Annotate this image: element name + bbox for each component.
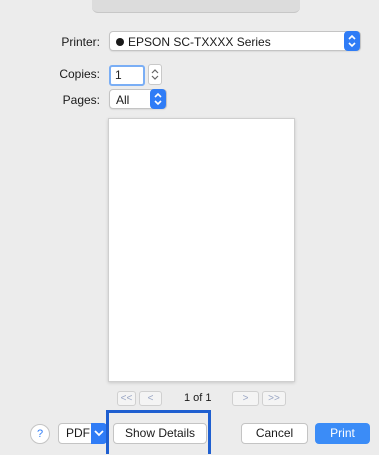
pdf-label: PDF	[66, 426, 90, 440]
stepper-icon	[151, 69, 159, 80]
copies-stepper[interactable]	[148, 64, 162, 85]
copies-value: 1	[115, 68, 122, 82]
show-details-highlight	[106, 410, 211, 454]
status-dot-icon	[116, 38, 124, 46]
last-page-button[interactable]: >>	[262, 391, 286, 406]
copies-label: Copies:	[59, 67, 100, 81]
pages-popup[interactable]: All	[109, 89, 167, 109]
print-button[interactable]: Print	[315, 423, 370, 444]
print-preview-page	[108, 118, 295, 382]
next-page-button[interactable]: >	[232, 391, 259, 406]
cancel-button[interactable]: Cancel	[241, 423, 308, 444]
up-down-chevron-icon	[150, 89, 166, 109]
prev-page-button[interactable]: <	[139, 391, 162, 406]
printer-value: EPSON SC-TXXXX Series	[128, 35, 271, 49]
chevron-down-icon	[91, 423, 107, 444]
page-indicator: 1 of 1	[184, 392, 212, 404]
pdf-menu-button[interactable]: PDF	[58, 423, 107, 444]
pages-value: All	[116, 93, 130, 107]
printer-label: Printer:	[61, 35, 100, 49]
printer-popup[interactable]: EPSON SC-TXXXX Series	[109, 31, 361, 51]
copies-field[interactable]: 1	[109, 65, 145, 86]
up-down-chevron-icon	[344, 31, 360, 51]
help-button[interactable]: ?	[30, 424, 50, 444]
first-page-button[interactable]: <<	[117, 391, 136, 406]
pages-label: Pages:	[62, 93, 100, 107]
sheet-top-edge	[92, 0, 300, 13]
